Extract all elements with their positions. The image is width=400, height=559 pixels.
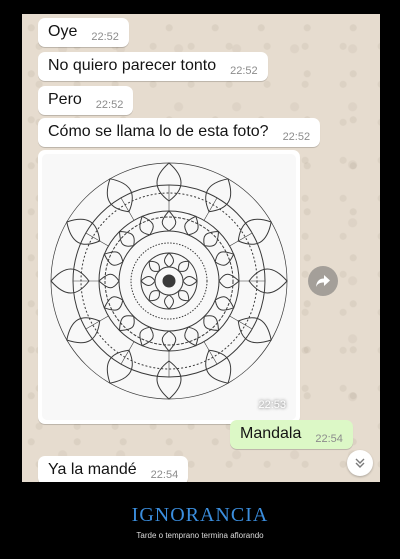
forward-icon[interactable]	[308, 266, 338, 296]
scroll-down-button[interactable]	[347, 450, 373, 476]
message-time: 22:52	[91, 31, 119, 43]
message-bubble[interactable]: Cómo se llama lo de esta foto? 22:52	[38, 118, 321, 147]
message-text: Pero	[48, 91, 82, 108]
message-bubble[interactable]: Pero 22:52	[38, 86, 134, 115]
image-time: 22:53	[258, 399, 286, 411]
message-text: Oye	[48, 23, 78, 40]
message-time: 22:52	[282, 131, 311, 143]
message-time: 22:54	[315, 433, 343, 445]
message-bubble[interactable]: Ya la mandé 22:54	[38, 456, 189, 482]
message-text: No quiero parecer tonto	[48, 57, 217, 74]
message-time: 22:52	[95, 99, 124, 111]
message-bubble-outgoing[interactable]: Mandala 22:54	[230, 420, 353, 449]
message-text: Cómo se llama lo de esta foto?	[48, 123, 269, 140]
message-time: 22:54	[150, 469, 179, 481]
message-bubble[interactable]: No quiero parecer tonto 22:52	[38, 52, 268, 81]
message-text: Ya la mandé	[48, 461, 137, 478]
chevron-double-down-icon	[355, 458, 365, 468]
message-text: Mandala	[240, 425, 302, 442]
caption-title: IGNORANCIA	[131, 504, 269, 526]
message-time: 22:52	[230, 65, 258, 77]
chat-window: Oye 22:52 No quiero parecer tonto 22:52 …	[22, 14, 380, 482]
mandala-image[interactable]: 22:53	[42, 154, 296, 420]
mandala-drawing	[50, 162, 288, 400]
message-bubble[interactable]: Oye 22:52	[38, 18, 129, 47]
caption-subtitle: Tarde o temprano termina aflorando	[136, 531, 264, 540]
image-message[interactable]: 22:53	[38, 150, 300, 424]
